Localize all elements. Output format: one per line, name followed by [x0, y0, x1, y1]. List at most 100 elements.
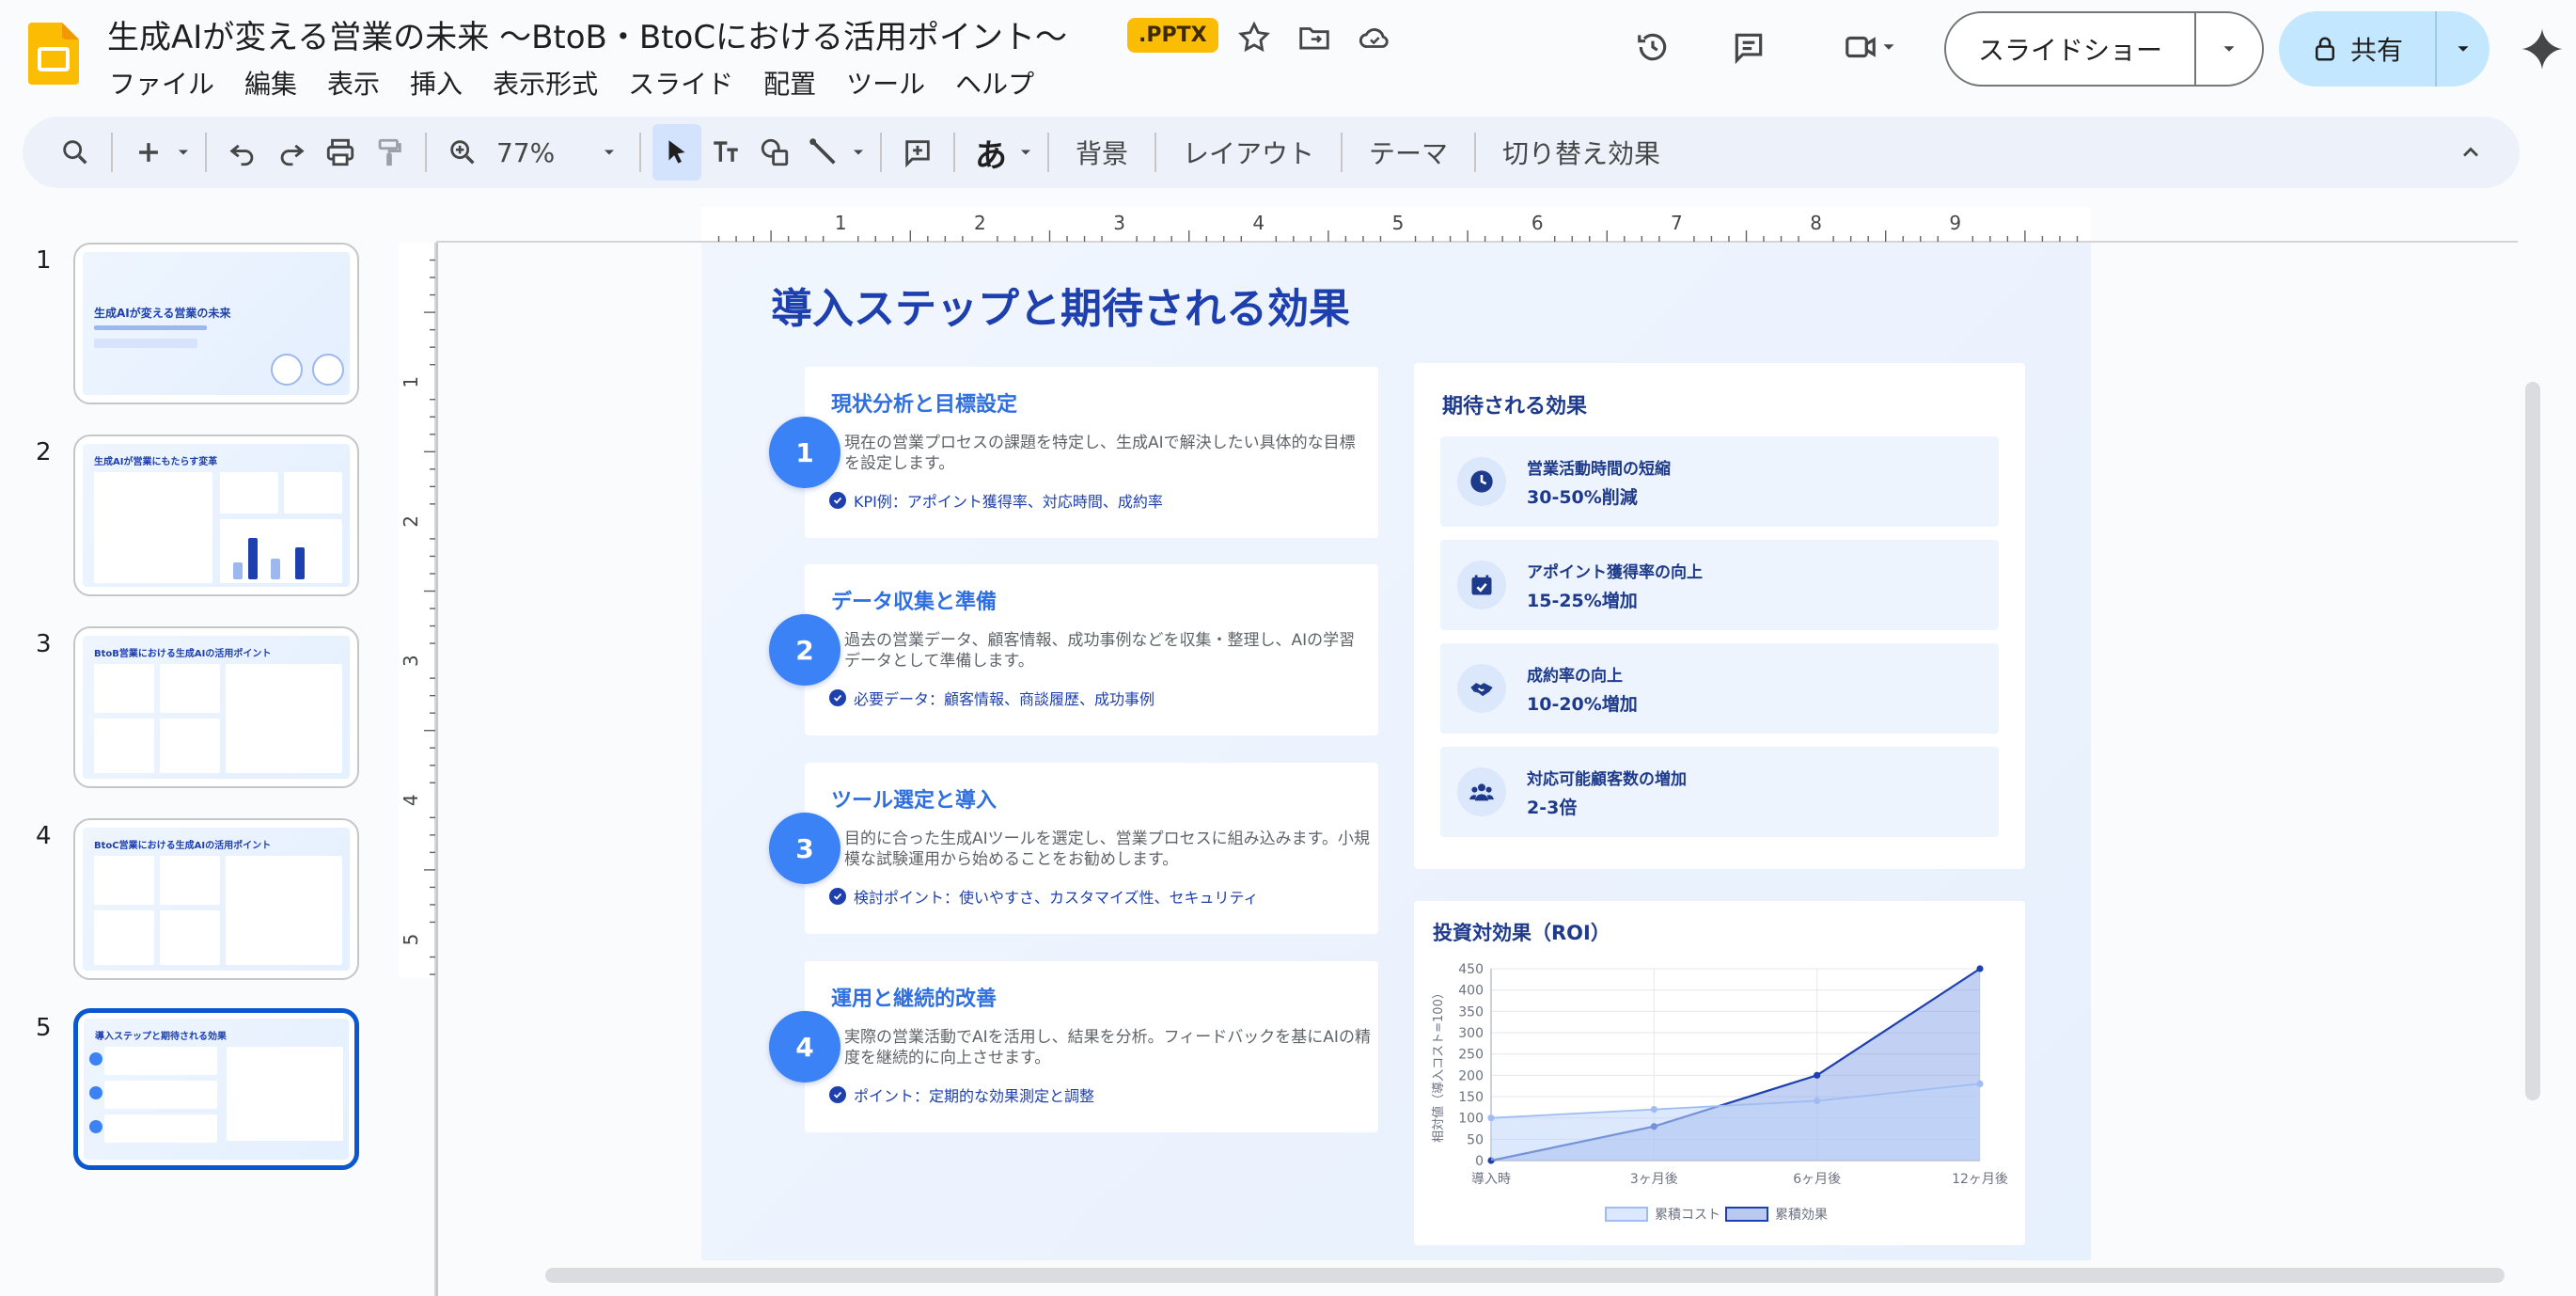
thumbnail-canvas: 生成AIが変える営業の未来: [83, 252, 350, 395]
cloud-status-icon[interactable]: [1348, 11, 1401, 64]
toolbar-divider: [1154, 133, 1157, 172]
add-comment-icon[interactable]: [893, 124, 942, 181]
slide-thumbnail-1[interactable]: 生成AIが変える営業の未来: [73, 243, 359, 404]
text-box-icon[interactable]: [701, 124, 750, 181]
step-card[interactable]: データ収集と準備 過去の営業データ、顧客情報、成功事例などを収集・整理し、AIの…: [805, 564, 1378, 735]
input-tools-label: あ: [975, 136, 1007, 175]
vertical-scrollbar[interactable]: [2525, 382, 2540, 1100]
menu-format[interactable]: 表示形式: [478, 64, 613, 102]
chart-area-cost: [1491, 1083, 1980, 1161]
horizontal-scrollbar[interactable]: [545, 1268, 2505, 1283]
step-card[interactable]: 現状分析と目標設定 現在の営業プロセスの課題を特定し、生成AIで解決したい具体的…: [805, 367, 1378, 538]
comments-icon[interactable]: [1722, 21, 1775, 73]
document-title[interactable]: 生成AIが変える営業の未来 〜BtoB・BtoCにおける活用ポイント〜: [107, 11, 1067, 57]
menu-edit[interactable]: 編集: [229, 64, 312, 102]
line-icon[interactable]: [799, 124, 848, 181]
meet-video-icon[interactable]: [1824, 21, 1918, 73]
horizontal-ruler[interactable]: 1 2 3 4 5 6 7 8 9: [436, 207, 2518, 243]
thumbnail-box: [94, 664, 154, 713]
chart-y-tick-label: 250: [1458, 1048, 1484, 1063]
menu-arrange[interactable]: 配置: [748, 64, 831, 102]
thumbnail-title: BtoC営業における生成AIの活用ポイント: [94, 841, 272, 851]
line-dropdown-icon[interactable]: [848, 124, 869, 181]
effects-title: 期待される効果: [1442, 395, 1588, 419]
gemini-icon[interactable]: [2518, 24, 2567, 73]
chart-y-tick-label: 450: [1458, 962, 1484, 977]
slideshow-label[interactable]: スライドショー: [1946, 13, 2196, 85]
star-icon[interactable]: [1228, 11, 1280, 64]
new-slide-dropdown-icon[interactable]: [173, 124, 194, 181]
share-dropdown-icon[interactable]: [2437, 39, 2490, 59]
thumbnail-box: [104, 1114, 217, 1143]
slideshow-dropdown-icon[interactable]: [2196, 39, 2262, 59]
slide-thumbnail-4[interactable]: BtoC営業における生成AIの活用ポイント: [73, 818, 359, 980]
chart-x-tick-label: 導入時: [1471, 1172, 1511, 1187]
menu-help[interactable]: ヘルプ: [940, 64, 1049, 102]
slide-title[interactable]: 導入ステップと期待される効果: [771, 275, 1350, 335]
thumbnail-step-circle: [89, 1086, 102, 1099]
thumbnail-circle: [312, 354, 344, 386]
search-menus-icon[interactable]: [51, 124, 100, 181]
thumbnail-title: 生成AIが営業にもたらす変革: [94, 457, 218, 467]
toolbar-divider: [111, 133, 113, 172]
slide-canvas[interactable]: 導入ステップと期待される効果 現状分析と目標設定 現在の営業プロセスの課題を特定…: [701, 243, 2091, 1260]
thumbnail-box: [226, 664, 342, 773]
ruler-number: 2: [400, 515, 422, 528]
print-icon[interactable]: [316, 124, 365, 181]
expected-effects-panel[interactable]: 期待される効果 営業活動時間の短縮 30-50%削減 アポイント獲得率の向上 1…: [1414, 363, 2025, 869]
shape-icon[interactable]: [750, 124, 799, 181]
slide-thumbnail-2[interactable]: 生成AIが営業にもたらす変革: [73, 435, 359, 596]
vertical-ruler[interactable]: 1 2 3 4 5: [399, 243, 436, 1296]
step-number-badge: 2: [769, 614, 840, 686]
input-tools-button[interactable]: あ: [966, 124, 1015, 181]
zoom-select[interactable]: 77%: [487, 124, 628, 181]
toolbar-divider: [1341, 133, 1343, 172]
menu-insert[interactable]: 挿入: [395, 64, 478, 102]
step-note: ポイント：定期的な効果測定と調整: [829, 1083, 1094, 1106]
new-slide-icon[interactable]: [124, 124, 173, 181]
check-circle-icon: [829, 1086, 846, 1103]
redo-icon[interactable]: [267, 124, 316, 181]
slideshow-button[interactable]: スライドショー: [1944, 11, 2264, 87]
select-cursor-icon[interactable]: [652, 124, 701, 181]
step-title: データ収集と準備: [831, 591, 997, 614]
menu-tools[interactable]: ツール: [831, 64, 940, 102]
background-button[interactable]: 背景: [1060, 124, 1143, 181]
step-note: 必要データ：顧客情報、商談履歴、成功事例: [829, 687, 1154, 709]
input-tools-dropdown-icon[interactable]: [1015, 124, 1036, 181]
undo-icon[interactable]: [218, 124, 267, 181]
chart-point: [1814, 1097, 1821, 1105]
effect-item: 営業活動時間の短縮 30-50%削減: [1440, 436, 1999, 527]
zoom-dropdown-icon: [605, 150, 614, 155]
slides-logo[interactable]: [28, 23, 79, 85]
theme-button[interactable]: テーマ: [1354, 124, 1463, 181]
share-button[interactable]: 共有: [2279, 11, 2490, 87]
step-description: 過去の営業データ、顧客情報、成功事例などを収集・整理し、AIの学習データとして準…: [844, 631, 1356, 671]
chart-point: [1487, 1114, 1495, 1122]
thumbnail-bar: [248, 538, 258, 579]
menu-file[interactable]: ファイル: [107, 64, 229, 102]
slide-thumbnail-3[interactable]: BtoB営業における生成AIの活用ポイント: [73, 626, 359, 788]
effect-item: アポイント獲得率の向上 15-25%増加: [1440, 540, 1999, 630]
move-to-folder-icon[interactable]: [1288, 11, 1341, 64]
menu-slide[interactable]: スライド: [613, 64, 748, 102]
roi-chart-panel[interactable]: 投資対効果（ROI） 0 50 100 150 200 250 300 350 400 450 導入…: [1414, 901, 2025, 1245]
step-card[interactable]: 運用と継続的改善 実際の営業活動でAIを活用し、結果を分析。フィードバックを基に…: [805, 961, 1378, 1132]
step-note: 検討ポイント：使いやすさ、カスタマイズ性、セキュリティ: [829, 885, 1259, 908]
thumbnail-box: [284, 472, 342, 514]
collapse-toolbar-icon[interactable]: [2446, 124, 2495, 181]
step-note: KPI例：アポイント獲得率、対応時間、成約率: [829, 489, 1163, 512]
menu-view[interactable]: 表示: [312, 64, 395, 102]
step-card[interactable]: ツール選定と導入 目的に合った生成AIツールを選定し、営業プロセスに組み込みます…: [805, 763, 1378, 934]
effect-value: 15-25%増加: [1527, 591, 1638, 611]
ruler-number: 4: [400, 794, 422, 806]
paint-format-icon[interactable]: [365, 124, 414, 181]
slide-thumbnail-5[interactable]: 導入ステップと期待される効果: [73, 1008, 359, 1170]
effect-value: 10-20%増加: [1527, 694, 1638, 715]
version-history-icon[interactable]: [1626, 21, 1679, 73]
layout-button[interactable]: レイアウト: [1168, 124, 1329, 181]
chart-point: [1814, 1071, 1821, 1079]
effect-label: アポイント獲得率の向上: [1527, 563, 1703, 582]
transition-button[interactable]: 切り替え効果: [1487, 124, 1675, 181]
zoom-icon[interactable]: [438, 124, 487, 181]
